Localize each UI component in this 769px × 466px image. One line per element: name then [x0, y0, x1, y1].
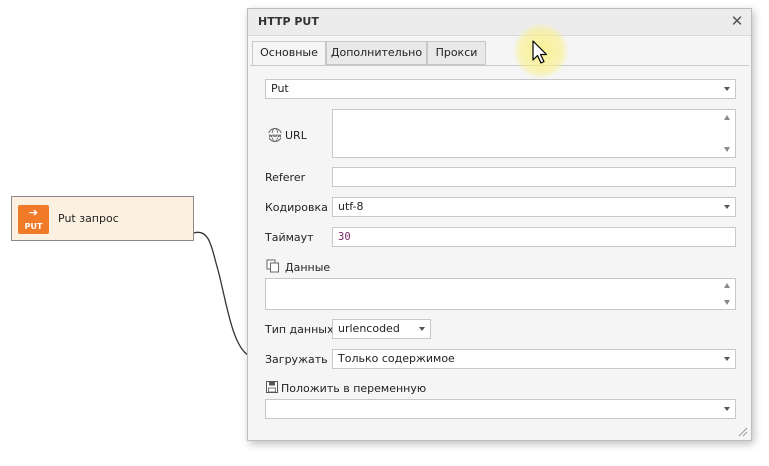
url-input[interactable]: [332, 109, 736, 158]
chevron-down-icon: [724, 87, 730, 91]
save-to-variable-label: Положить в переменную: [281, 382, 427, 395]
encoding-value: utf-8: [338, 200, 364, 213]
chevron-down-icon: [724, 205, 730, 209]
timeout-label: Таймаут: [265, 231, 314, 244]
load-value: Только содержимое: [338, 352, 455, 365]
chevron-down-icon: [724, 407, 730, 411]
chevron-down-icon: [419, 327, 425, 331]
scroll-up-icon[interactable]: [724, 115, 730, 120]
chevron-down-icon: [724, 357, 730, 361]
scroll-down-icon[interactable]: [724, 147, 730, 152]
http-put-dialog: HTTP PUT ✕ Основные Дополнительно Прокси…: [247, 8, 752, 441]
timeout-input[interactable]: 30: [332, 227, 736, 247]
copy-icon: [266, 259, 279, 273]
data-type-value: urlencoded: [338, 322, 400, 335]
mouse-pointer-icon: [532, 40, 548, 64]
workflow-node-put[interactable]: ➔ PUT Put запрос: [11, 196, 194, 241]
scroll-down-icon[interactable]: [724, 300, 730, 305]
dialog-title: HTTP PUT: [258, 15, 319, 28]
save-floppy-icon: [266, 381, 278, 393]
method-select[interactable]: Put: [265, 79, 736, 99]
method-value: Put: [271, 82, 289, 95]
node-label: Put запрос: [58, 212, 119, 225]
globe-www-icon: www: [267, 128, 283, 142]
put-action-icon: ➔ PUT: [18, 205, 49, 234]
scroll-up-icon[interactable]: [724, 283, 730, 288]
load-label: Загружать: [265, 353, 328, 366]
url-label: URL: [285, 129, 307, 142]
resize-grip-icon[interactable]: [736, 425, 748, 437]
referer-label: Referer: [265, 171, 306, 184]
timeout-value: 30: [338, 231, 351, 243]
encoding-select[interactable]: utf-8: [332, 197, 736, 217]
variable-select[interactable]: [265, 399, 736, 419]
data-type-select[interactable]: urlencoded: [332, 319, 431, 339]
tab-advanced[interactable]: Дополнительно: [326, 41, 427, 65]
load-select[interactable]: Только содержимое: [332, 349, 736, 369]
dialog-titlebar[interactable]: HTTP PUT ✕: [248, 9, 751, 36]
data-label: Данные: [285, 261, 331, 274]
svg-text:www: www: [269, 134, 282, 139]
data-input[interactable]: [265, 278, 736, 310]
close-icon[interactable]: ✕: [729, 12, 745, 30]
referer-input[interactable]: [332, 167, 736, 187]
tab-main[interactable]: Основные: [252, 41, 326, 66]
encoding-label: Кодировка: [265, 201, 328, 214]
data-type-label: Тип данных: [265, 323, 334, 336]
tab-proxy[interactable]: Прокси: [427, 41, 486, 65]
tab-divider: [250, 65, 749, 66]
